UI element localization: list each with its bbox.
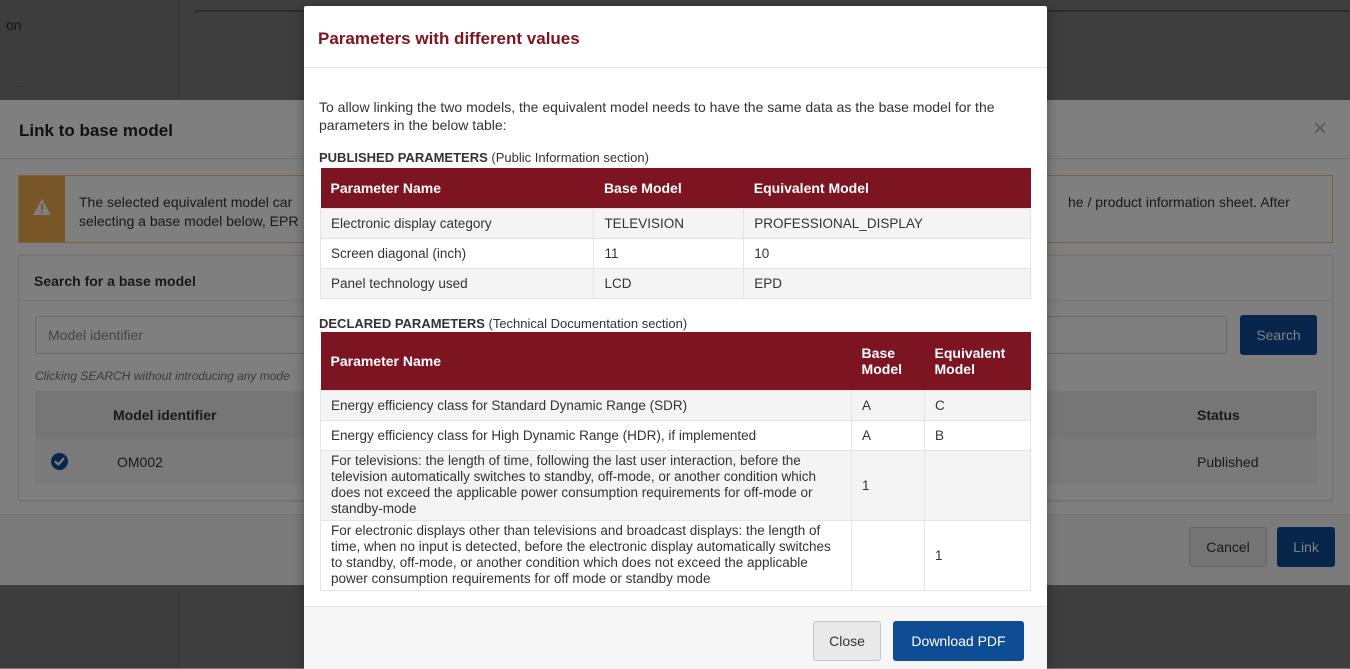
- header-parameter-name: Parameter Name: [320, 168, 594, 208]
- table-row: Electronic display category TELEVISION P…: [319, 207, 1031, 239]
- intro-text: To allow linking the two models, the equ…: [319, 99, 995, 133]
- table-row: Panel technology used LCD EPD: [319, 267, 1031, 299]
- cell-equivalent-model: PROFESSIONAL_DISPLAY: [743, 207, 1031, 239]
- declared-label-rest: (Technical Documentation section): [484, 316, 688, 331]
- cell-base-model: [851, 519, 926, 591]
- published-label-bold: PUBLISHED PARAMETERS: [319, 150, 488, 165]
- cell-equivalent-model: [924, 449, 1031, 521]
- declared-parameters-table: Parameter Name Base Model Equivalent Mod…: [319, 332, 1031, 591]
- table-row: For televisions: the length of time, fol…: [319, 449, 1031, 521]
- cell-base-model: TELEVISION: [593, 207, 745, 239]
- header-base-model: Base Model: [593, 168, 744, 208]
- cell-parameter-name: Screen diagonal (inch): [319, 237, 595, 269]
- published-parameters-label: PUBLISHED PARAMETERS (Public Information…: [319, 150, 649, 165]
- table-header-row: Parameter Name Base Model Equivalent Mod…: [320, 332, 1031, 390]
- cell-parameter-name: Electronic display category: [319, 207, 595, 239]
- cell-parameter-name: For televisions: the length of time, fol…: [319, 449, 853, 521]
- cell-parameter-name: Energy efficiency class for Standard Dyn…: [319, 389, 853, 421]
- cell-equivalent-model: 1: [924, 519, 1031, 591]
- cell-equivalent-model: 10: [743, 237, 1031, 269]
- header-equivalent-model: Equivalent Model: [743, 168, 1031, 208]
- header-equivalent-model: Equivalent Model: [924, 332, 1031, 390]
- table-row: For electronic displays other than telev…: [319, 519, 1031, 591]
- cell-equivalent-model: EPD: [743, 267, 1031, 299]
- cell-parameter-name: Panel technology used: [319, 267, 595, 299]
- dialog-title: Parameters with different values: [318, 29, 580, 48]
- cell-parameter-name: Energy efficiency class for High Dynamic…: [319, 419, 853, 451]
- header-parameter-name: Parameter Name: [320, 332, 852, 390]
- table-row: Screen diagonal (inch) 11 10: [319, 237, 1031, 269]
- table-row: Energy efficiency class for Standard Dyn…: [319, 389, 1031, 421]
- cell-equivalent-model: B: [924, 419, 1031, 451]
- header-base-model: Base Model: [851, 332, 925, 390]
- download-pdf-button[interactable]: Download PDF: [893, 621, 1024, 661]
- table-row: Energy efficiency class for High Dynamic…: [319, 419, 1031, 451]
- close-button[interactable]: Close: [813, 621, 881, 661]
- declared-label-bold: DECLARED PARAMETERS: [319, 316, 485, 331]
- table-header-row: Parameter Name Base Model Equivalent Mod…: [320, 168, 1031, 208]
- cell-equivalent-model: C: [924, 389, 1031, 421]
- dialog-header: Parameters with different values: [304, 6, 1047, 68]
- cell-base-model: 11: [593, 237, 745, 269]
- parameters-dialog: Parameters with different values To allo…: [304, 6, 1047, 669]
- cell-base-model: A: [851, 389, 926, 421]
- cell-base-model: 1: [851, 449, 926, 521]
- cell-base-model: LCD: [593, 267, 745, 299]
- published-label-rest: (Public Information section): [487, 150, 649, 165]
- cell-base-model: A: [851, 419, 926, 451]
- cell-parameter-name: For electronic displays other than telev…: [319, 519, 853, 591]
- published-parameters-table: Parameter Name Base Model Equivalent Mod…: [319, 168, 1031, 299]
- declared-parameters-label: DECLARED PARAMETERS (Technical Documenta…: [319, 316, 687, 331]
- dialog-footer: Close Download PDF: [304, 606, 1047, 669]
